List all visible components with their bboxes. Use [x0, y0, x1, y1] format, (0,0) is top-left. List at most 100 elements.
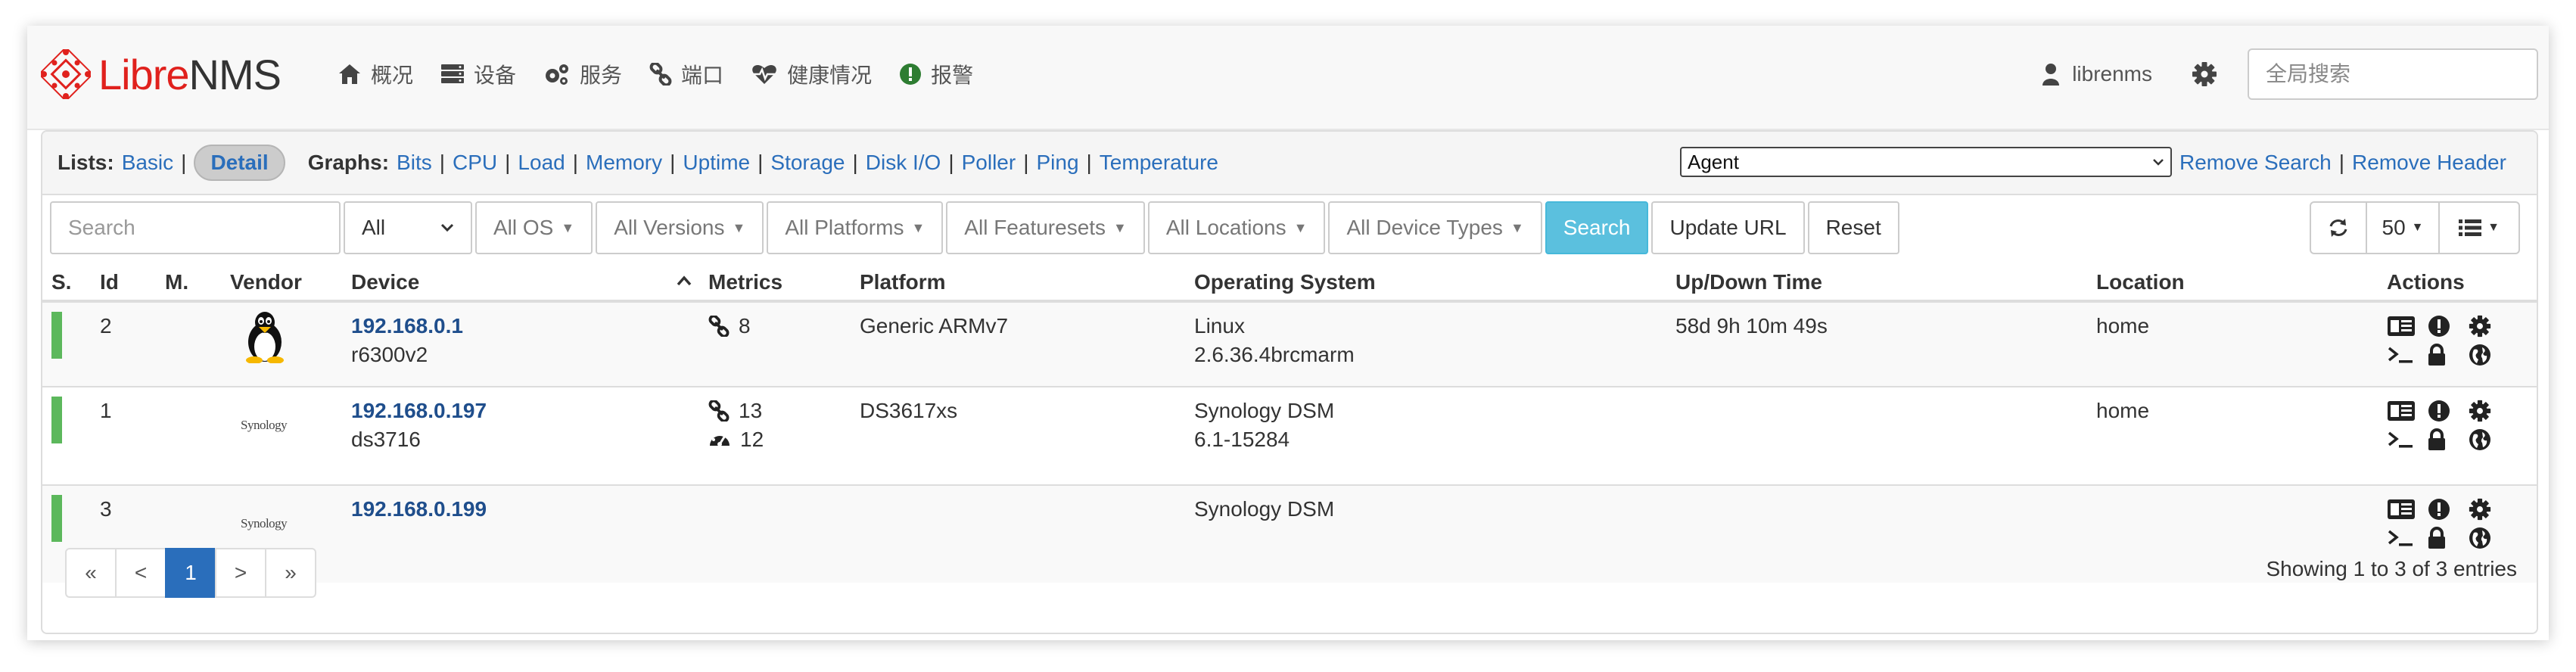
sensors-metric[interactable]: 12 — [708, 425, 860, 454]
graph-cpu-link[interactable]: CPU — [453, 151, 497, 175]
view-device-icon[interactable] — [2387, 496, 2428, 522]
entries-info: Showing 1 to 3 of 3 entries — [2266, 557, 2517, 580]
separator: | — [181, 151, 187, 174]
globe-icon[interactable] — [2469, 525, 2509, 551]
alerts-icon[interactable] — [2428, 496, 2469, 522]
id-cell: 1 — [100, 386, 165, 485]
col-os[interactable]: Operating System — [1194, 265, 1675, 303]
search-button[interactable]: Search — [1545, 201, 1649, 254]
brand-logo[interactable]: LibreNMS — [41, 36, 282, 112]
col-status[interactable]: S. — [42, 265, 100, 303]
separator: | — [1086, 151, 1092, 174]
lock-icon[interactable] — [2428, 342, 2469, 368]
versions-filter-dropdown[interactable]: All Versions ▼ — [596, 201, 764, 254]
page-first-button[interactable]: « — [65, 548, 117, 598]
graph-bits-link[interactable]: Bits — [397, 151, 432, 175]
globe-icon[interactable] — [2469, 342, 2509, 368]
table-row[interactable]: 3 Synology 192.168.0.199 Synology DSM — [42, 484, 2537, 583]
settings-gear-icon[interactable] — [2192, 61, 2217, 87]
metrics-cell — [708, 484, 860, 583]
separator: | — [948, 151, 954, 174]
status-cell — [42, 386, 100, 485]
graph-poller-link[interactable]: Poller — [962, 151, 1016, 175]
lock-icon[interactable] — [2428, 525, 2469, 551]
status-select[interactable]: All — [344, 201, 472, 254]
device-search-input[interactable]: Search — [50, 201, 341, 254]
page-size-dropdown[interactable]: 50 ▼ — [2366, 201, 2440, 254]
table-row[interactable]: 2 192.168.0.1 r6300v2 8 Generic ARMv7 Li… — [42, 300, 2537, 387]
view-device-icon[interactable] — [2387, 398, 2428, 424]
graph-temperature-link[interactable]: Temperature — [1100, 151, 1218, 175]
ports-metric[interactable]: 13 — [708, 397, 860, 425]
lock-icon[interactable] — [2428, 427, 2469, 453]
device-ip-link[interactable]: 192.168.0.1 — [351, 312, 708, 341]
page-current-button[interactable]: 1 — [165, 548, 216, 598]
terminal-icon[interactable] — [2387, 525, 2428, 551]
col-id[interactable]: Id — [100, 265, 165, 303]
sort-up-icon — [677, 275, 692, 286]
remove-header-link[interactable]: Remove Header — [2352, 151, 2506, 175]
nav-devices[interactable]: 设备 — [440, 59, 516, 89]
graph-ping-link[interactable]: Ping — [1036, 151, 1078, 175]
graph-storage-link[interactable]: Storage — [770, 151, 845, 175]
col-location[interactable]: Location — [2096, 265, 2387, 303]
nav-alerts-label: 报警 — [931, 64, 974, 87]
remove-search-link[interactable]: Remove Search — [2179, 151, 2332, 175]
col-vendor[interactable]: Vendor — [230, 265, 351, 303]
update-url-button[interactable]: Update URL — [1651, 201, 1805, 254]
page-prev-button[interactable]: < — [115, 548, 166, 598]
device-hostname: r6300v2 — [351, 343, 428, 366]
nav-ports[interactable]: 端口 — [649, 59, 723, 89]
reset-button[interactable]: Reset — [1807, 201, 1899, 254]
featuresets-filter-dropdown[interactable]: All Featuresets ▼ — [946, 201, 1145, 254]
platforms-filter-dropdown[interactable]: All Platforms ▼ — [767, 201, 944, 254]
columns-dropdown[interactable]: ▼ — [2438, 201, 2520, 254]
separator: | — [2338, 151, 2345, 174]
nav-health[interactable]: 健康情况 — [751, 59, 872, 89]
edit-device-gear-icon[interactable] — [2469, 313, 2509, 339]
device-ip-link[interactable]: 192.168.0.199 — [351, 495, 708, 524]
graph-uptime-link[interactable]: Uptime — [683, 151, 750, 175]
graph-memory-link[interactable]: Memory — [586, 151, 662, 175]
platform-cell: Generic ARMv7 — [860, 300, 1194, 387]
home-icon — [339, 64, 360, 84]
terminal-icon[interactable] — [2387, 342, 2428, 368]
globe-icon[interactable] — [2469, 427, 2509, 453]
alerts-icon[interactable] — [2428, 398, 2469, 424]
locations-filter-dropdown[interactable]: All Locations ▼ — [1147, 201, 1326, 254]
col-device[interactable]: Device — [351, 265, 708, 303]
list-detail-active[interactable]: Detail — [194, 145, 285, 181]
brand-name: LibreNMS — [98, 50, 282, 98]
col-metrics[interactable]: Metrics — [708, 265, 860, 303]
user-menu[interactable]: librenms — [2042, 62, 2152, 86]
page-last-button[interactable]: » — [265, 548, 316, 598]
edit-device-gear-icon[interactable] — [2469, 496, 2509, 522]
nav-overview[interactable]: 概况 — [338, 59, 413, 89]
refresh-button[interactable] — [2310, 201, 2367, 254]
col-platform[interactable]: Platform — [860, 265, 1194, 303]
graph-load-link[interactable]: Load — [518, 151, 565, 175]
device-types-filter-dropdown[interactable]: All Device Types ▼ — [1328, 201, 1542, 254]
separator: | — [758, 151, 764, 174]
global-search-input[interactable] — [2248, 48, 2538, 100]
col-uptime[interactable]: Up/Down Time — [1675, 265, 2096, 303]
graph-diskio-link[interactable]: Disk I/O — [866, 151, 941, 175]
nav-services[interactable]: 服务 — [543, 59, 622, 89]
device-ip-link[interactable]: 192.168.0.197 — [351, 397, 708, 425]
os-filter-dropdown[interactable]: All OS ▼ — [475, 201, 593, 254]
top-navbar: LibreNMS 概况 设备 服务 端口 健康情况 报警 librenms 全局… — [27, 26, 2549, 130]
ports-metric[interactable]: 8 — [708, 312, 860, 341]
os-name: Linux — [1194, 314, 1245, 338]
alerts-icon[interactable] — [2428, 313, 2469, 339]
page-next-button[interactable]: > — [215, 548, 266, 598]
agent-select[interactable]: Agent — [1680, 147, 2172, 177]
caret-icon: ▼ — [2411, 221, 2424, 234]
nav-alerts[interactable]: 报警 — [899, 59, 973, 89]
view-device-icon[interactable] — [2387, 313, 2428, 339]
edit-device-gear-icon[interactable] — [2469, 398, 2509, 424]
col-maintenance[interactable]: M. — [165, 265, 230, 303]
list-basic-link[interactable]: Basic — [122, 151, 173, 175]
terminal-icon[interactable] — [2387, 427, 2428, 453]
table-row[interactable]: 1 Synology 192.168.0.197 ds3716 13 12 DS… — [42, 386, 2537, 485]
chevron-down-icon — [440, 223, 454, 232]
